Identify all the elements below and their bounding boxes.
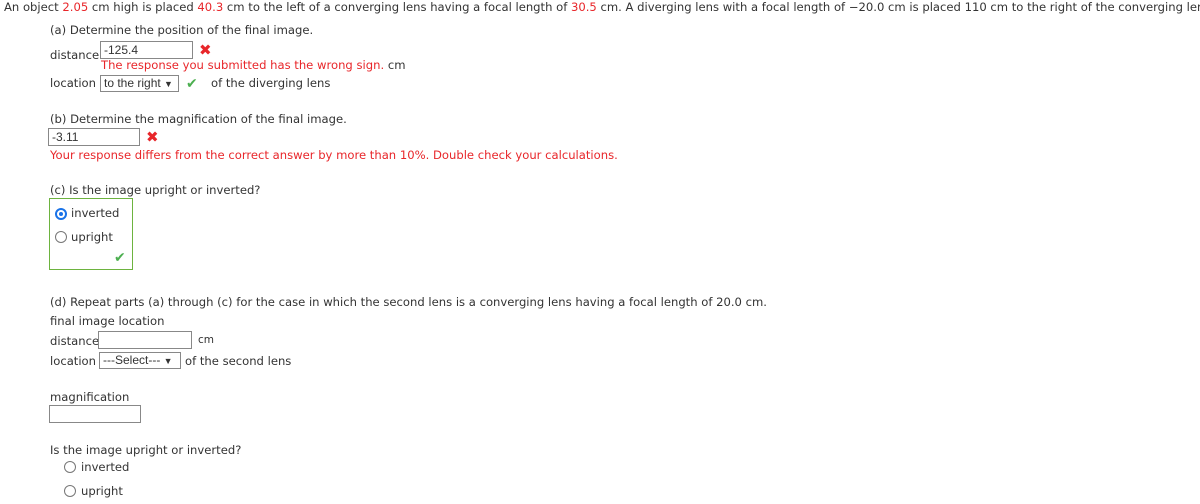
- text: An object: [4, 0, 63, 14]
- location-suffix: of the second lens: [185, 354, 292, 368]
- text: cm high is placed: [88, 0, 198, 14]
- text: cm to the left of a converging lens havi…: [223, 0, 571, 14]
- part-a-prompt: (a) Determine the position of the final …: [50, 23, 314, 37]
- location-suffix: of the diverging lens: [211, 76, 331, 90]
- magnification-input[interactable]: [49, 405, 141, 423]
- distance-input[interactable]: -125.4: [100, 41, 193, 59]
- text: cm. A diverging lens with a focal length…: [596, 0, 1200, 14]
- answer-box: inverted upright ✔: [49, 198, 133, 270]
- unit-label: cm: [387, 58, 406, 72]
- radio-upright[interactable]: [55, 231, 67, 243]
- incorrect-icon: ✖: [146, 128, 159, 146]
- chevron-down-icon: ▼: [164, 79, 173, 89]
- feedback-text: The response you submitted has the wrong…: [101, 58, 385, 72]
- focal-value: 30.5: [570, 0, 597, 14]
- correct-icon: ✔: [186, 76, 198, 92]
- option-label: upright: [71, 230, 113, 244]
- select-value: ---Select---: [103, 353, 161, 367]
- location-label: location: [50, 354, 97, 368]
- magnification-label: magnification: [50, 390, 130, 404]
- radio-inverted[interactable]: [55, 208, 67, 220]
- correct-icon: ✔: [114, 250, 126, 266]
- final-location-label: final image location: [50, 314, 165, 328]
- location-select[interactable]: ---Select--- ▼: [99, 352, 181, 369]
- radio-upright[interactable]: [64, 485, 76, 497]
- magnification-input[interactable]: -3.11: [48, 128, 140, 146]
- distance-label: distance: [50, 334, 100, 348]
- part-b-prompt: (b) Determine the magnification of the f…: [50, 112, 347, 126]
- part-d-prompt: (d) Repeat parts (a) through (c) for the…: [50, 295, 767, 309]
- distance-input[interactable]: [98, 331, 192, 349]
- problem-statement: An object 2.05 cm high is placed 40.3 cm…: [4, 0, 1200, 14]
- chevron-down-icon: ▼: [163, 356, 173, 366]
- option-label: inverted: [71, 206, 120, 220]
- feedback-text: Your response differs from the correct a…: [50, 148, 618, 162]
- option-label: inverted: [81, 460, 130, 474]
- location-label: location: [50, 76, 97, 90]
- incorrect-icon: ✖: [199, 41, 212, 59]
- option-label: upright: [81, 484, 123, 498]
- distance-label: distance: [50, 48, 100, 62]
- select-value: to the right: [104, 76, 161, 90]
- radio-inverted[interactable]: [64, 461, 76, 473]
- location-select[interactable]: to the right ▼: [100, 75, 179, 92]
- part-c-prompt: (c) Is the image upright or inverted?: [50, 183, 261, 197]
- height-value: 2.05: [62, 0, 89, 14]
- unit-label: cm: [198, 334, 215, 346]
- distance-value: 40.3: [197, 0, 224, 14]
- orientation-prompt: Is the image upright or inverted?: [50, 443, 242, 457]
